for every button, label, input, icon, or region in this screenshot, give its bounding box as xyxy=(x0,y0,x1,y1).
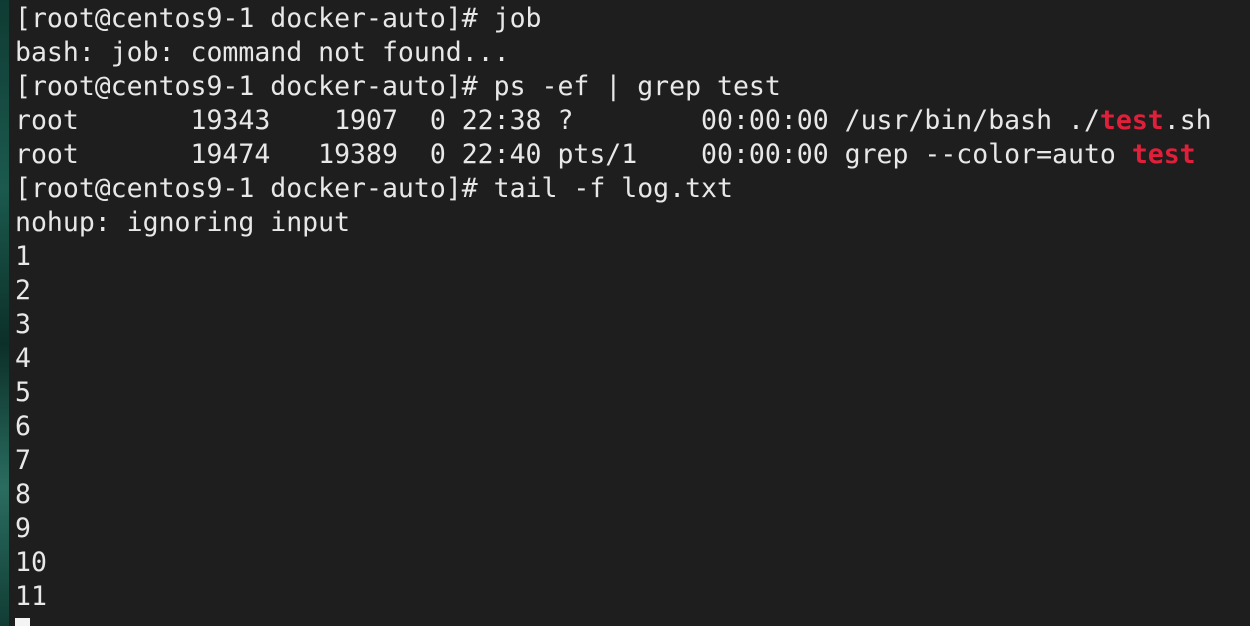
nohup-message: nohup: ignoring input xyxy=(15,207,351,238)
process-row-text: root 19343 1907 0 22:38 ? 00:00:00 /usr/… xyxy=(15,105,1100,136)
command-line-tail: [root@centos9-1 docker-auto]# tail -f lo… xyxy=(15,172,1240,206)
log-line: 5 xyxy=(15,377,31,408)
terminal-output[interactable]: [root@centos9-1 docker-auto]# job bash: … xyxy=(15,2,1240,626)
process-row-suffix: .sh xyxy=(1163,105,1212,136)
process-row: root 19343 1907 0 22:38 ? 00:00:00 /usr/… xyxy=(15,104,1240,138)
desktop-background-edge xyxy=(0,0,9,626)
shell-prompt: [root@centos9-1 docker-auto]# xyxy=(15,173,494,204)
log-line: 9 xyxy=(15,513,31,544)
grep-match-highlight: test xyxy=(1099,105,1164,136)
log-line: 8 xyxy=(15,479,31,510)
command-text: ps -ef | grep test xyxy=(493,71,781,102)
error-line: bash: job: command not found... xyxy=(15,37,510,68)
log-line: 7 xyxy=(15,445,31,476)
terminal-window[interactable]: [root@centos9-1 docker-auto]# job bash: … xyxy=(0,0,1250,626)
command-line-ps: [root@centos9-1 docker-auto]# ps -ef | g… xyxy=(15,70,1240,104)
shell-prompt: [root@centos9-1 docker-auto]# xyxy=(15,71,494,102)
text-cursor xyxy=(15,618,30,626)
grep-match-highlight: test xyxy=(1131,139,1196,170)
log-line: 1 xyxy=(15,241,31,272)
command-line-job: [root@centos9-1 docker-auto]# job xyxy=(15,2,1240,36)
cursor-line xyxy=(15,614,1240,626)
log-line: 10 xyxy=(15,547,47,578)
command-text: tail -f log.txt xyxy=(493,173,733,204)
log-line: 6 xyxy=(15,411,31,442)
process-row-text: root 19474 19389 0 22:40 pts/1 00:00:00 … xyxy=(15,139,1132,170)
process-row: root 19474 19389 0 22:40 pts/1 00:00:00 … xyxy=(15,138,1240,172)
command-text: job xyxy=(493,3,542,34)
shell-prompt: [root@centos9-1 docker-auto]# xyxy=(15,3,494,34)
log-line: 3 xyxy=(15,309,31,340)
log-line: 2 xyxy=(15,275,31,306)
log-line: 11 xyxy=(15,581,47,612)
log-line: 4 xyxy=(15,343,31,374)
